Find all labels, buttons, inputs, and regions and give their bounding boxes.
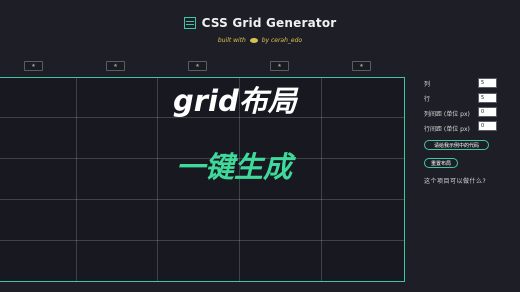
column-width-input-5[interactable]: ★ bbox=[352, 61, 371, 71]
project-question-link[interactable]: 这个项目可以做什么? bbox=[424, 176, 486, 185]
grid-column-line bbox=[321, 78, 322, 281]
overlay-subtitle: 一键生成 bbox=[176, 150, 293, 184]
column-width-input-1[interactable]: ★ bbox=[24, 61, 43, 71]
app-header: CSS Grid Generator built with by cerah_e… bbox=[0, 14, 520, 44]
grid-row-line bbox=[0, 240, 404, 241]
app-subtitle: built with by cerah_edo bbox=[0, 37, 520, 44]
grid-column-line bbox=[76, 78, 77, 281]
app-title: CSS Grid Generator bbox=[201, 16, 337, 30]
subtitle-after: by cerah_edo bbox=[261, 37, 303, 44]
rows-label: 行 bbox=[424, 96, 431, 103]
reset-button[interactable]: 重置布局 bbox=[424, 158, 458, 168]
column-width-input-2[interactable]: ★ bbox=[106, 61, 125, 71]
get-code-button[interactable]: 请给我示例中的代码 bbox=[424, 140, 489, 150]
column-gap-label: 列间距 (单位 px) bbox=[424, 111, 470, 118]
subtitle-before: built with bbox=[217, 37, 246, 44]
row-gap-label: 行间距 (单位 px) bbox=[424, 126, 470, 133]
grid-column-line bbox=[157, 78, 158, 281]
rows-input[interactable]: 5 bbox=[478, 93, 497, 103]
grid-row-line bbox=[0, 199, 404, 200]
title-row: CSS Grid Generator bbox=[183, 16, 337, 30]
columns-label: 列 bbox=[424, 81, 431, 88]
overlay-title: grid布局 bbox=[173, 84, 297, 118]
cat-icon bbox=[249, 38, 258, 43]
row-gap-input[interactable]: 0 bbox=[478, 121, 497, 131]
column-gap-input[interactable]: 0 bbox=[478, 107, 497, 117]
column-width-input-3[interactable]: ★ bbox=[188, 61, 207, 71]
column-width-input-4[interactable]: ★ bbox=[270, 61, 289, 71]
columns-input[interactable]: 5 bbox=[478, 78, 497, 88]
grid-logo-icon bbox=[183, 17, 196, 29]
